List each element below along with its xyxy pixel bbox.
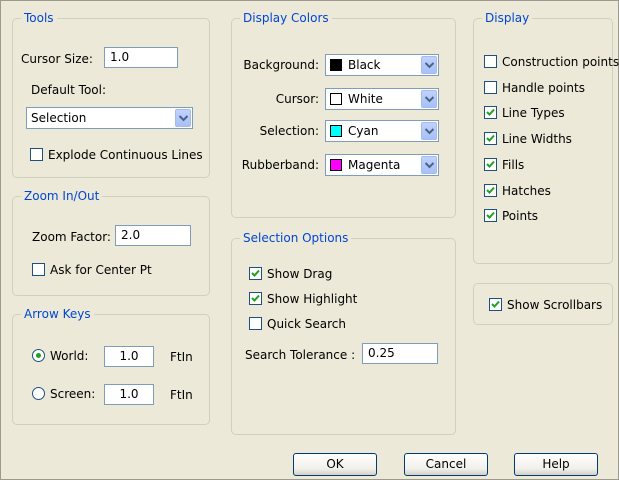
checkmark-icon <box>486 211 495 219</box>
world-radio-button[interactable] <box>32 349 45 362</box>
zoom-factor-input[interactable]: 2.0 <box>115 225 191 246</box>
arrow-keys-group-title: Arrow Keys <box>21 307 94 321</box>
color-label-1: Cursor: <box>275 92 319 106</box>
display-checkbox-label: Handle points <box>502 81 585 95</box>
zoom-group-title: Zoom In/Out <box>21 189 103 203</box>
explode-lines-box[interactable] <box>30 148 43 161</box>
chevron-down-icon[interactable] <box>421 122 437 140</box>
display-checkbox-box[interactable] <box>484 158 497 171</box>
quick-search-box[interactable] <box>249 317 262 330</box>
display-checkbox-label: Hatches <box>502 184 551 198</box>
color-select-3[interactable]: Magenta <box>325 154 439 176</box>
color-value: White <box>348 92 383 106</box>
color-swatch <box>330 59 342 71</box>
display-colors-group: Display Colors <box>231 11 456 218</box>
quick-search-label: Quick Search <box>267 317 346 331</box>
selection-options-group: Selection Options <box>231 231 456 435</box>
show-drag-label: Show Drag <box>267 267 333 281</box>
color-swatch <box>330 125 342 137</box>
show-scrollbars-box[interactable] <box>489 298 502 311</box>
world-input[interactable]: 1.0 <box>104 346 154 367</box>
chevron-down-icon[interactable] <box>421 56 437 74</box>
color-label-0: Background: <box>243 58 319 72</box>
tools-group-title: Tools <box>21 11 57 25</box>
color-value: Cyan <box>348 124 379 138</box>
default-tool-value: Selection <box>31 111 87 125</box>
default-tool-select[interactable]: Selection <box>26 107 193 129</box>
checkmark-icon <box>251 269 260 277</box>
world-unit: FtIn <box>170 350 193 364</box>
color-swatch <box>330 159 342 171</box>
screen-input[interactable]: 1.0 <box>104 384 154 405</box>
show-drag-box[interactable] <box>249 267 262 280</box>
display-colors-group-title: Display Colors <box>240 11 332 25</box>
chevron-down-icon[interactable] <box>421 90 437 108</box>
checkmark-icon <box>251 294 260 302</box>
checkmark-icon <box>486 160 495 168</box>
display-checkbox-box[interactable] <box>484 209 497 222</box>
display-checkbox-box[interactable] <box>484 184 497 197</box>
arrow-keys-group: Arrow Keys <box>12 307 210 425</box>
chevron-down-icon[interactable] <box>421 156 437 174</box>
color-label-3: Rubberband: <box>241 158 319 172</box>
zoom-group: Zoom In/Out <box>12 189 210 296</box>
color-value: Magenta <box>348 158 401 172</box>
color-swatch <box>330 93 342 105</box>
display-checkbox-box[interactable] <box>484 55 497 68</box>
display-checkbox-label: Line Types <box>502 106 565 120</box>
cancel-button[interactable]: Cancel <box>404 453 488 476</box>
checkmark-icon <box>486 108 495 116</box>
display-checkbox-label: Fills <box>502 158 525 172</box>
display-group-title: Display <box>482 11 533 25</box>
show-scrollbars-label: Show Scrollbars <box>507 298 603 312</box>
zoom-factor-label: Zoom Factor: <box>32 230 111 244</box>
show-highlight-label: Show Highlight <box>267 292 358 306</box>
color-select-2[interactable]: Cyan <box>325 120 439 142</box>
checkmark-icon <box>486 186 495 194</box>
display-checkbox-box[interactable] <box>484 106 497 119</box>
cursor-size-label: Cursor Size: <box>21 52 93 66</box>
ask-center-box[interactable] <box>32 263 45 276</box>
screen-radio-button[interactable] <box>32 387 45 400</box>
options-dialog: Tools Cursor Size: 1.0 Default Tool: Sel… <box>0 0 619 480</box>
search-tolerance-input[interactable]: 0.25 <box>362 343 438 364</box>
display-checkbox-label: Line Widths <box>502 132 572 146</box>
display-checkbox-label: Points <box>502 209 539 223</box>
display-checkbox-box[interactable] <box>484 132 497 145</box>
checkmark-icon <box>491 300 500 308</box>
cursor-size-input[interactable]: 1.0 <box>104 47 178 68</box>
search-tolerance-label: Search Tolerance : <box>245 348 356 362</box>
ok-button[interactable]: OK <box>293 453 377 476</box>
color-label-2: Selection: <box>259 124 319 138</box>
display-checkbox-label: Construction points <box>502 55 619 69</box>
default-tool-label: Default Tool: <box>31 83 107 97</box>
color-select-0[interactable]: Black <box>325 54 439 76</box>
world-label: World: <box>50 349 89 363</box>
checkmark-icon <box>486 134 495 142</box>
screen-unit: FtIn <box>170 388 193 402</box>
ask-center-label: Ask for Center Pt <box>50 263 152 277</box>
chevron-down-icon[interactable] <box>175 109 191 127</box>
screen-label: Screen: <box>50 387 96 401</box>
color-value: Black <box>348 58 381 72</box>
radio-dot-icon <box>36 353 41 358</box>
selection-options-group-title: Selection Options <box>240 231 352 245</box>
explode-lines-label: Explode Continuous Lines <box>48 148 203 162</box>
show-highlight-box[interactable] <box>249 292 262 305</box>
color-select-1[interactable]: White <box>325 88 439 110</box>
help-button[interactable]: Help <box>514 453 598 476</box>
display-checkbox-box[interactable] <box>484 81 497 94</box>
